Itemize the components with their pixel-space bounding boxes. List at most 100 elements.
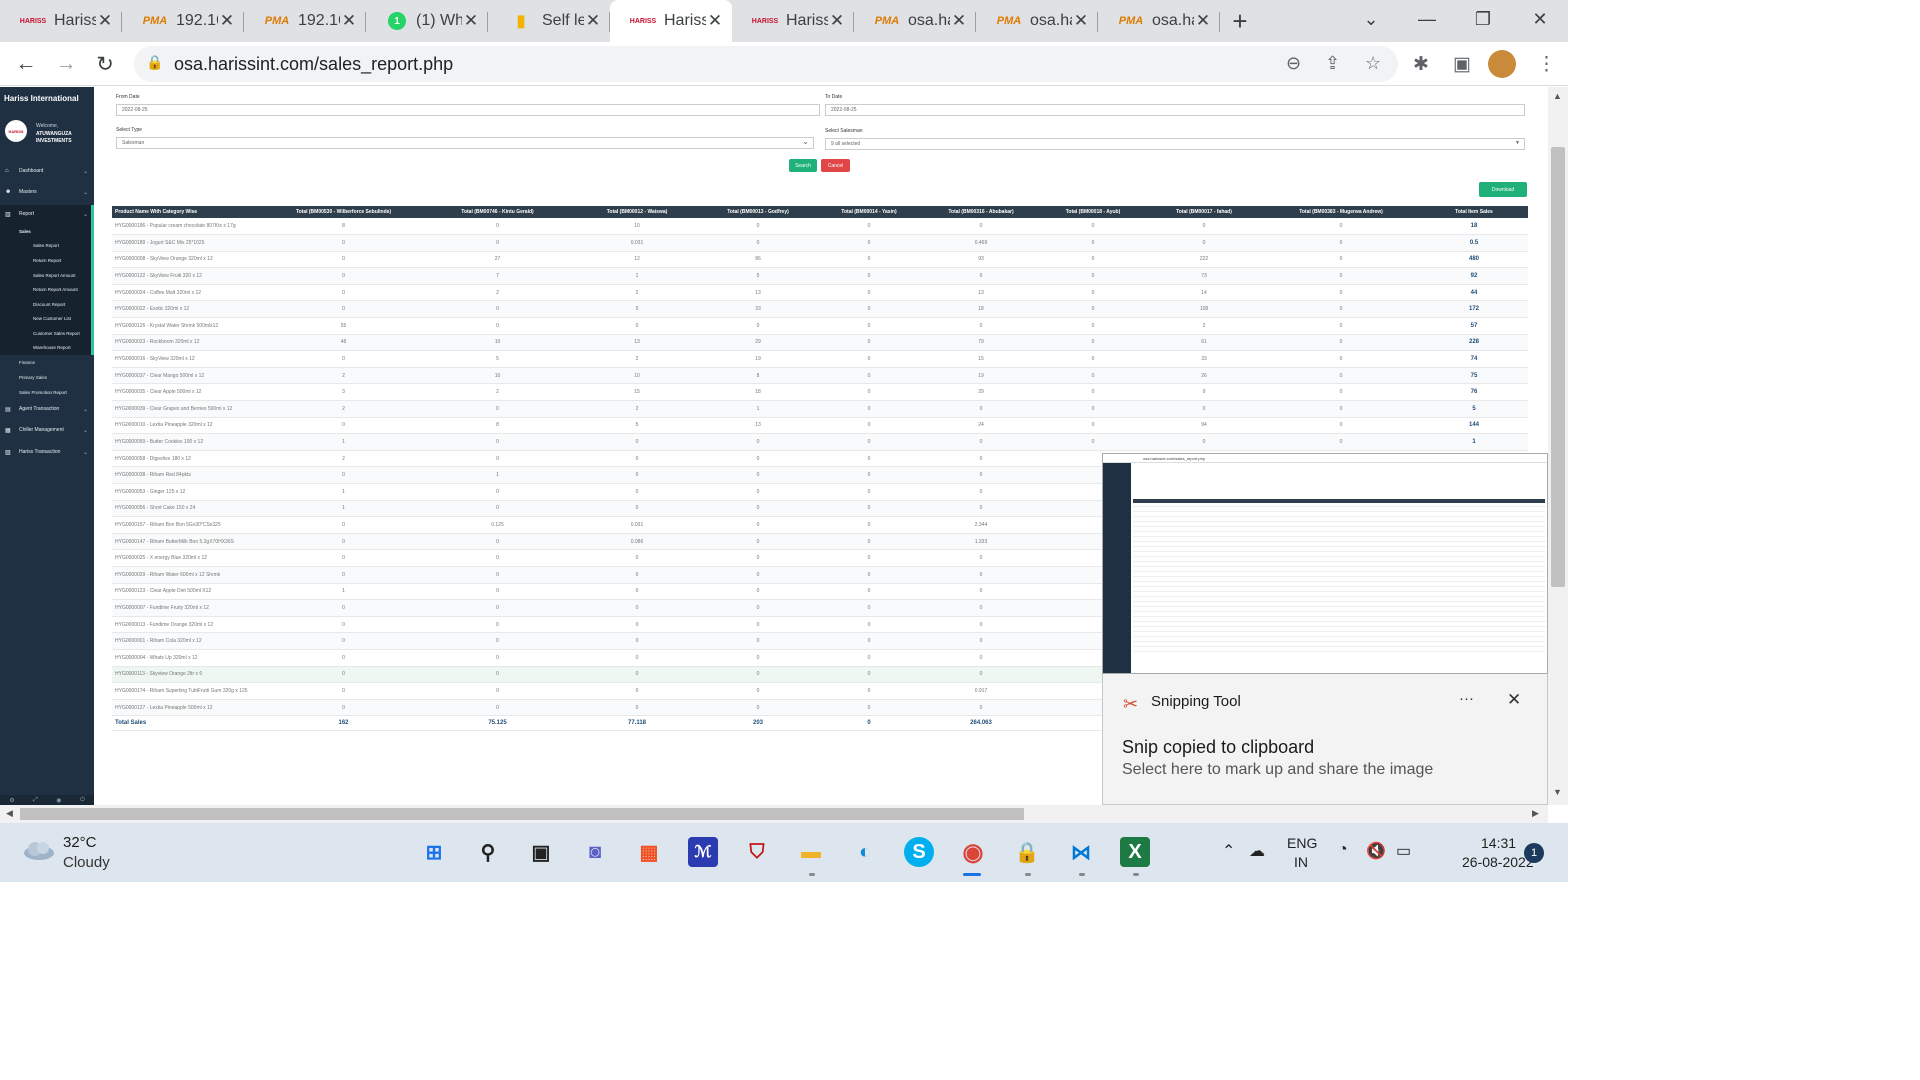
volume-muted-icon[interactable]: 🔇	[1366, 841, 1386, 861]
from-date-input[interactable]: 2022-08-25	[116, 104, 820, 116]
sidebar-sub-return-report[interactable]: Return Report	[33, 258, 61, 263]
sidebar-group-sales-promotion[interactable]: Sales Promotion Report	[19, 390, 67, 395]
search-button[interactable]: Search	[789, 159, 817, 172]
excel-icon[interactable]: X	[1120, 837, 1150, 867]
table-row[interactable]: HYG0000126 - Krystal Water Shrink 500mlx…	[112, 317, 1528, 335]
sidebar-sub-sales-report-amount[interactable]: Sales Report Amount	[33, 273, 76, 278]
store-icon[interactable]: ▦	[634, 837, 664, 867]
close-tab-icon[interactable]: ✕	[96, 11, 114, 31]
browser-tab[interactable]: 1 (1) Wh ✕	[366, 0, 488, 42]
start-icon[interactable]: ⊞	[419, 837, 449, 867]
new-tab-icon[interactable]: +	[1220, 0, 1260, 42]
sidebar-item-dashboard[interactable]: ⌂ Dashboard ⌄	[0, 164, 94, 178]
sidebar-item-hariss-transaction[interactable]: ▧ Hariss Transaction ⌄	[0, 445, 94, 459]
settings-icon[interactable]: ⚙	[9, 797, 14, 804]
back-icon[interactable]: ←	[12, 50, 40, 78]
onedrive-icon[interactable]: ☁	[1249, 841, 1265, 861]
close-icon[interactable]: ✕	[1507, 690, 1521, 710]
url-text[interactable]: osa.harissint.com/sales_report.php	[174, 54, 453, 75]
table-row[interactable]: HYG0000024 - Coffee Malt 320ml x 12 0 2 2 13…	[112, 284, 1528, 302]
table-row[interactable]: HYG0000016 - SkyView 320ml x 12 0 5 2 19 0 15 0…	[112, 350, 1528, 368]
forward-icon[interactable]: →	[52, 50, 80, 78]
table-row[interactable]: HYG0000122 - SkyView Fruiti 320 x 12 0 7 1 5…	[112, 267, 1528, 285]
sidebar-group-finance[interactable]: Finance	[19, 360, 35, 365]
vertical-scrollbar[interactable]: ▲ ▼	[1548, 87, 1568, 805]
browser-tab[interactable]: HARISS Hariss ✕	[610, 0, 732, 42]
more-options-icon[interactable]: ···	[1459, 690, 1474, 707]
table-row[interactable]: HYG0000059 - Butter Cookies 100 x 12 1 0 0 0…	[112, 433, 1528, 451]
column-header[interactable]: Total (BM00746 - Kintu Gerald)	[421, 206, 574, 218]
close-tab-icon[interactable]: ✕	[950, 11, 968, 31]
fullscreen-icon[interactable]: ⤢	[33, 797, 38, 804]
reload-icon[interactable]: ↻	[91, 50, 119, 78]
table-row[interactable]: HYG0000008 - SkyView Orange 320ml x 12 0 2…	[112, 251, 1528, 269]
column-header[interactable]: Total (BM00012 - Waiswa)	[574, 206, 700, 218]
close-tab-icon[interactable]: ✕	[340, 11, 358, 31]
bookmark-star-icon[interactable]: ☆	[1365, 53, 1381, 74]
app-icon[interactable]: ℳ	[688, 837, 718, 867]
table-row[interactable]: HYG0000189 - Jogurt S&C Mix 25*1025 0 0 0.0…	[112, 234, 1528, 252]
tab-search-icon[interactable]: ⌄	[1343, 0, 1399, 38]
column-header[interactable]: Total (BM00530 - Wilberforce Sebulinde)	[266, 206, 421, 218]
sidebar-item-chiller-management[interactable]: ▦ Chiller Management ⌄	[0, 423, 94, 437]
profile-avatar[interactable]	[1488, 50, 1516, 78]
close-tab-icon[interactable]: ✕	[218, 11, 236, 31]
snip-preview[interactable]: osa.harissint.com/sales_report.php	[1102, 453, 1548, 674]
clock-time[interactable]: 14:31	[1481, 835, 1516, 851]
download-button[interactable]: Download	[1479, 182, 1527, 197]
table-row[interactable]: HYG0000186 - Popular cream chocolate 807…	[112, 218, 1528, 236]
cancel-button[interactable]: Cancel	[821, 159, 850, 172]
column-header[interactable]: Product Name With Category Wise	[112, 206, 266, 218]
sidebar-item-masters[interactable]: ☻ Masters ⌄	[0, 185, 94, 199]
extensions-icon[interactable]: ✱	[1413, 53, 1429, 76]
skype-icon[interactable]: S	[904, 837, 934, 867]
address-bar[interactable]: 🔒 osa.harissint.com/sales_report.php ⊖ ⇪…	[134, 46, 1398, 82]
close-tab-icon[interactable]: ✕	[584, 11, 602, 31]
sidebar-sub-return-report-amount[interactable]: Return Report Amount	[33, 287, 78, 292]
sidebar-item-report[interactable]: ▥ Report ⌄	[0, 207, 94, 221]
task-view-icon[interactable]: ▣	[526, 837, 556, 867]
browser-tab[interactable]: HARISS Hariss ✕	[0, 0, 122, 42]
select-type-dropdown[interactable]: Salesman ⌄	[116, 137, 814, 149]
sidebar-group-sales[interactable]: Sales	[19, 229, 31, 234]
browser-tab[interactable]: PMA osa.har✕	[1098, 0, 1220, 42]
edge-icon[interactable]: ◐	[850, 837, 880, 867]
weather-temperature[interactable]: 32°C	[63, 834, 97, 851]
scroll-down-icon[interactable]: ▼	[1553, 787, 1562, 797]
column-header[interactable]: Total (BM00013 - Godfrey)	[700, 206, 816, 218]
sidebar-sub-sales-report[interactable]: Sales Report	[33, 243, 59, 248]
clock-date[interactable]: 26-08-2022	[1462, 854, 1534, 870]
to-date-input[interactable]: 2022-08-25	[825, 104, 1525, 116]
share-icon[interactable]: ⇪	[1325, 53, 1340, 74]
scroll-up-icon[interactable]: ▲	[1553, 91, 1562, 101]
scroll-thumb[interactable]	[1551, 147, 1565, 587]
column-header[interactable]: Total Item Sales	[1420, 206, 1528, 218]
column-header[interactable]: Total (BM00316 - Abubakar)	[922, 206, 1040, 218]
eye-icon[interactable]: ◉	[56, 797, 61, 804]
vpn-lock-icon[interactable]: 🔒	[1012, 837, 1042, 867]
browser-tab[interactable]: PMA osa.har✕	[854, 0, 976, 42]
chevron-up-icon[interactable]: ⌃	[1222, 841, 1235, 861]
notification-badge[interactable]: 1	[1524, 843, 1544, 863]
menu-kebab-icon[interactable]: ⋮	[1537, 53, 1556, 76]
snipping-tool-notification[interactable]: ✂ Snipping Tool ··· ✕ Snip copied to cli…	[1102, 674, 1548, 805]
close-tab-icon[interactable]: ✕	[1194, 11, 1212, 31]
wifi-icon[interactable]: ◔	[1338, 841, 1348, 859]
column-header[interactable]: Total (BM00383 - Mugerwa Andrew)	[1262, 206, 1420, 218]
close-tab-icon[interactable]: ✕	[706, 11, 724, 31]
sidebar-sub-warehouse-report[interactable]: Warehouse Report	[33, 345, 71, 350]
table-row[interactable]: HYG0000023 - Rockboom 320ml x 12 48 10 13 29…	[112, 334, 1528, 352]
scroll-right-icon[interactable]: ▶	[1532, 808, 1539, 819]
restore-icon[interactable]: ❐	[1455, 0, 1511, 38]
sidebar-item-agent-transaction[interactable]: ▤ Agent Transaction ⌄	[0, 402, 94, 416]
search-icon[interactable]: ⚲	[473, 837, 503, 867]
table-row[interactable]: HYG0000035 - Clear Apple 500ml x 12 3 2 15 1…	[112, 383, 1528, 402]
battery-icon[interactable]: ▭	[1396, 841, 1411, 861]
scroll-thumb[interactable]	[20, 808, 1024, 820]
column-header[interactable]: Total (BM00017 - fahad)	[1146, 206, 1262, 218]
mcafee-icon[interactable]: ⛉	[742, 837, 772, 867]
table-row[interactable]: HYG0000022 - Exotic 320ml x 12 0 0 5 33 0 18 0 1…	[112, 300, 1528, 319]
vscode-icon[interactable]: ⋈	[1066, 837, 1096, 867]
chrome-icon[interactable]: ◉	[958, 837, 988, 867]
side-panel-icon[interactable]: ▣	[1453, 53, 1471, 76]
